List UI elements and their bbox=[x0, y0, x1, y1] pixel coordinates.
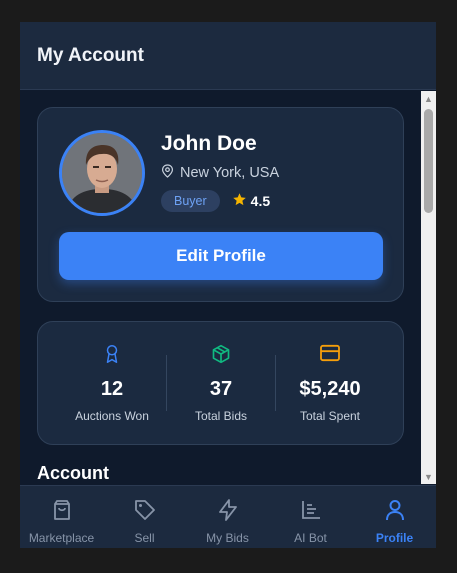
box-icon bbox=[167, 344, 275, 364]
stat-total-bids: 37 Total Bids bbox=[167, 322, 275, 446]
nav-label: Marketplace bbox=[28, 531, 95, 545]
lightning-icon bbox=[186, 498, 269, 522]
nav-label: Profile bbox=[375, 531, 414, 545]
nav-item-marketplace[interactable]: Marketplace bbox=[20, 486, 103, 548]
user-icon bbox=[353, 498, 436, 522]
tag-icon bbox=[103, 498, 186, 522]
nav-label: AI Bot bbox=[294, 531, 327, 545]
page-title: My Account bbox=[37, 44, 144, 66]
edit-profile-button[interactable]: Edit Profile bbox=[59, 232, 383, 280]
shopping-bag-icon bbox=[20, 498, 103, 522]
stat-value: 12 bbox=[100, 378, 124, 400]
scroll-content[interactable]: John Doe New York, USA Buyer 4.5 Edit Pr… bbox=[20, 91, 420, 484]
rating: 4.5 bbox=[232, 192, 270, 210]
award-icon bbox=[58, 344, 166, 364]
nav-label: My Bids bbox=[206, 531, 249, 545]
nav-label: Sell bbox=[134, 531, 155, 545]
stat-value: $5,240 bbox=[299, 378, 361, 400]
top-bar: My Account bbox=[20, 22, 436, 90]
nav-item-sell[interactable]: Sell bbox=[103, 486, 186, 548]
avatar[interactable] bbox=[59, 130, 145, 216]
scroll-thumb[interactable] bbox=[424, 109, 433, 213]
stat-value: 37 bbox=[209, 378, 233, 400]
nav-item-profile[interactable]: Profile bbox=[353, 486, 436, 548]
profile-location: New York, USA bbox=[161, 164, 279, 182]
stat-auctions-won: 12 Auctions Won bbox=[58, 322, 166, 446]
location-text: New York, USA bbox=[180, 165, 280, 181]
bottom-nav: Marketplace Sell My Bids AI Bot Profile bbox=[20, 485, 436, 548]
app-window: My Account John Doe New York, USA Buyer … bbox=[20, 22, 436, 548]
location-pin-icon bbox=[161, 164, 174, 182]
stat-label: Total Spent bbox=[299, 409, 361, 423]
stat-label: Auctions Won bbox=[75, 409, 149, 423]
stat-label: Total Bids bbox=[194, 409, 248, 423]
scroll-down-arrow-icon[interactable]: ▼ bbox=[421, 469, 436, 484]
scrollbar[interactable]: ▲ ▼ bbox=[421, 91, 436, 484]
profile-name: John Doe bbox=[161, 132, 257, 155]
nav-item-my-bids[interactable]: My Bids bbox=[186, 486, 269, 548]
credit-card-icon bbox=[276, 344, 384, 362]
profile-meta: Buyer 4.5 bbox=[161, 190, 270, 212]
profile-card: John Doe New York, USA Buyer 4.5 Edit Pr… bbox=[37, 107, 404, 302]
role-badge: Buyer bbox=[161, 190, 220, 212]
stats-card: 12 Auctions Won 37 Total Bids $5,240 Tot… bbox=[37, 321, 404, 445]
nav-item-ai-bot[interactable]: AI Bot bbox=[269, 486, 352, 548]
rating-value: 4.5 bbox=[250, 193, 271, 209]
scroll-up-arrow-icon[interactable]: ▲ bbox=[421, 91, 436, 106]
stat-total-spent: $5,240 Total Spent bbox=[276, 322, 384, 446]
star-icon bbox=[232, 192, 247, 210]
avatar-photo bbox=[62, 133, 142, 213]
section-title-account: Account bbox=[37, 463, 109, 483]
chart-icon bbox=[269, 498, 352, 522]
